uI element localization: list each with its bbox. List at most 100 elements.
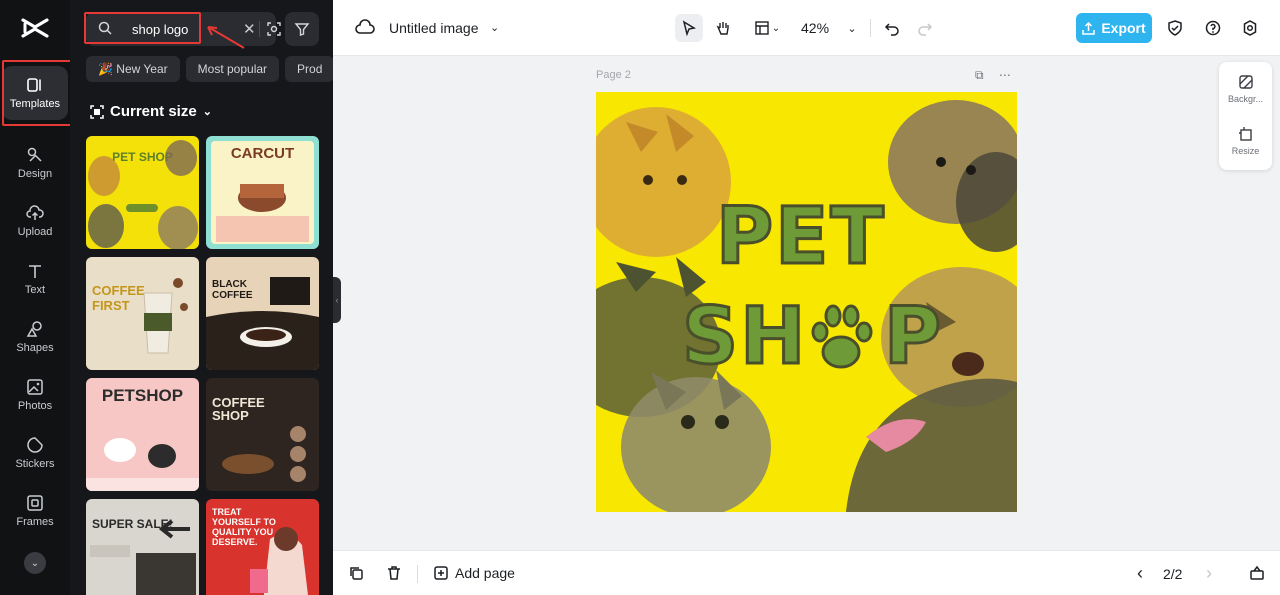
rail-label: Photos bbox=[17, 400, 53, 412]
rail-item-photos[interactable]: Photos bbox=[2, 368, 68, 422]
document-title[interactable]: Untitled image bbox=[389, 20, 479, 36]
rail-item-shapes[interactable]: Shapes bbox=[2, 310, 68, 364]
background-icon bbox=[1238, 75, 1253, 89]
rail-label: Design bbox=[17, 168, 53, 180]
rail-item-design[interactable]: Design bbox=[2, 136, 68, 190]
rail-expand-button[interactable]: ⌄ bbox=[24, 552, 46, 574]
resize-button[interactable]: Resize bbox=[1219, 126, 1272, 156]
upload-icon bbox=[26, 205, 44, 220]
rail-item-stickers[interactable]: Stickers bbox=[2, 426, 68, 480]
chevron-down-icon[interactable]: ⌄ bbox=[490, 21, 499, 34]
template-art bbox=[216, 184, 309, 242]
background-label: Backgr... bbox=[1227, 94, 1263, 104]
shield-icon bbox=[1168, 20, 1182, 36]
shield-button[interactable] bbox=[1161, 14, 1189, 42]
size-icon bbox=[90, 104, 104, 119]
template-card[interactable]: BLACK COFFEE bbox=[206, 257, 319, 370]
duplicate-icon bbox=[350, 567, 363, 580]
prev-page-icon[interactable]: ‹ bbox=[1126, 559, 1154, 587]
template-card[interactable]: SUPER SALE! bbox=[86, 499, 199, 595]
divider bbox=[259, 21, 260, 37]
annotation-arrow bbox=[207, 26, 245, 49]
rail-label: Frames bbox=[16, 516, 54, 528]
chip-new-year[interactable]: 🎉 New Year bbox=[86, 56, 180, 82]
trash-icon bbox=[388, 566, 400, 580]
top-toolbar: Untitled image ⌄ ⌄ 42% ⌄ Export bbox=[333, 0, 1280, 56]
undo-button[interactable] bbox=[878, 14, 906, 42]
resize-label: Resize bbox=[1231, 146, 1260, 156]
next-page-icon[interactable]: › bbox=[1195, 559, 1223, 587]
collapse-pages-button[interactable] bbox=[1243, 559, 1271, 587]
add-page-icon bbox=[434, 566, 448, 580]
capcut-logo[interactable] bbox=[20, 14, 50, 42]
design-canvas[interactable]: PET SH P bbox=[596, 92, 1017, 512]
text-icon bbox=[29, 265, 41, 278]
add-page-button[interactable]: Add page bbox=[433, 565, 515, 581]
size-filter-dropdown[interactable]: Current size ⌄ bbox=[90, 103, 212, 120]
template-card[interactable]: PET SHOP bbox=[86, 136, 199, 249]
layout-icon bbox=[755, 21, 769, 35]
rail-item-frames[interactable]: Frames bbox=[2, 484, 68, 538]
more-options-icon[interactable]: ⋯ bbox=[999, 68, 1011, 82]
export-button[interactable]: Export bbox=[1076, 13, 1152, 43]
template-card[interactable]: TREAT YOURSELF TO QUALITY YOU DESERVE. bbox=[206, 499, 319, 595]
highlight-box bbox=[84, 12, 201, 44]
template-art bbox=[143, 278, 188, 354]
design-text-pet[interactable]: PET bbox=[715, 191, 886, 284]
gear-icon bbox=[1243, 20, 1257, 36]
templates-panel: shop logo ✕ 🎉 New Year Most popular Prod C… bbox=[70, 0, 333, 595]
template-art bbox=[206, 277, 319, 370]
template-card[interactable]: COFFEE SHOP bbox=[206, 378, 319, 491]
layout-tool[interactable]: ⌄ bbox=[747, 14, 787, 42]
page-indicator: 2/2 bbox=[1163, 566, 1183, 582]
image-search-icon[interactable] bbox=[266, 21, 282, 37]
rail-item-text[interactable]: Text bbox=[2, 252, 68, 306]
redo-button[interactable] bbox=[911, 14, 939, 42]
frames-icon bbox=[27, 495, 43, 511]
template-card[interactable]: COFFEE FIRST bbox=[86, 257, 199, 370]
add-page-label: Add page bbox=[455, 565, 515, 581]
design-text-p[interactable]: P bbox=[882, 291, 943, 384]
chevron-down-icon: ⌄ bbox=[202, 106, 212, 118]
pages-panel-icon bbox=[1250, 565, 1264, 580]
background-button[interactable]: Backgr... bbox=[1219, 74, 1272, 104]
zoom-level[interactable]: 42% bbox=[801, 20, 829, 36]
template-art bbox=[88, 140, 198, 249]
design-text-sh[interactable]: SH bbox=[680, 291, 807, 384]
help-icon bbox=[1205, 20, 1221, 36]
template-card[interactable]: CARCUT bbox=[206, 136, 319, 249]
hand-tool[interactable] bbox=[709, 14, 737, 42]
divider bbox=[417, 565, 418, 583]
undo-icon bbox=[884, 23, 899, 36]
zoom-chevron-down-icon[interactable]: ⌄ bbox=[838, 14, 866, 42]
filter-icon bbox=[294, 23, 310, 36]
chevron-down-icon: ⌄ bbox=[30, 557, 40, 569]
filter-button[interactable] bbox=[285, 12, 319, 46]
export-icon bbox=[1082, 21, 1096, 35]
template-card[interactable]: PETSHOP bbox=[86, 378, 199, 491]
photos-icon bbox=[27, 379, 43, 395]
redo-icon bbox=[918, 23, 933, 36]
divider bbox=[870, 19, 871, 37]
duplicate-page-icon[interactable]: ⧉ bbox=[975, 68, 984, 82]
bottom-toolbar: Add page ‹ 2/2 › bbox=[333, 550, 1280, 595]
page-tools: ⧉ ⋯ bbox=[975, 68, 1011, 83]
chip-most-popular[interactable]: Most popular bbox=[185, 56, 280, 82]
template-art bbox=[250, 527, 308, 595]
rail-label: Shapes bbox=[16, 342, 54, 354]
rail-item-upload[interactable]: Upload bbox=[2, 194, 68, 248]
template-art bbox=[222, 426, 306, 482]
duplicate-button[interactable] bbox=[342, 559, 370, 587]
chip-product[interactable]: Prod bbox=[285, 56, 333, 82]
help-button[interactable] bbox=[1199, 14, 1227, 42]
cloud-icon[interactable] bbox=[355, 19, 375, 37]
rail-label: Text bbox=[24, 284, 46, 296]
delete-button[interactable] bbox=[380, 559, 408, 587]
collapse-panel-handle[interactable]: ‹ bbox=[333, 277, 341, 323]
select-tool[interactable] bbox=[675, 14, 703, 42]
page-label: Page 2 bbox=[596, 69, 631, 81]
paw-icon[interactable] bbox=[806, 302, 876, 374]
settings-button[interactable] bbox=[1236, 14, 1264, 42]
stickers-icon bbox=[27, 437, 43, 453]
rail-label: Upload bbox=[17, 226, 53, 238]
